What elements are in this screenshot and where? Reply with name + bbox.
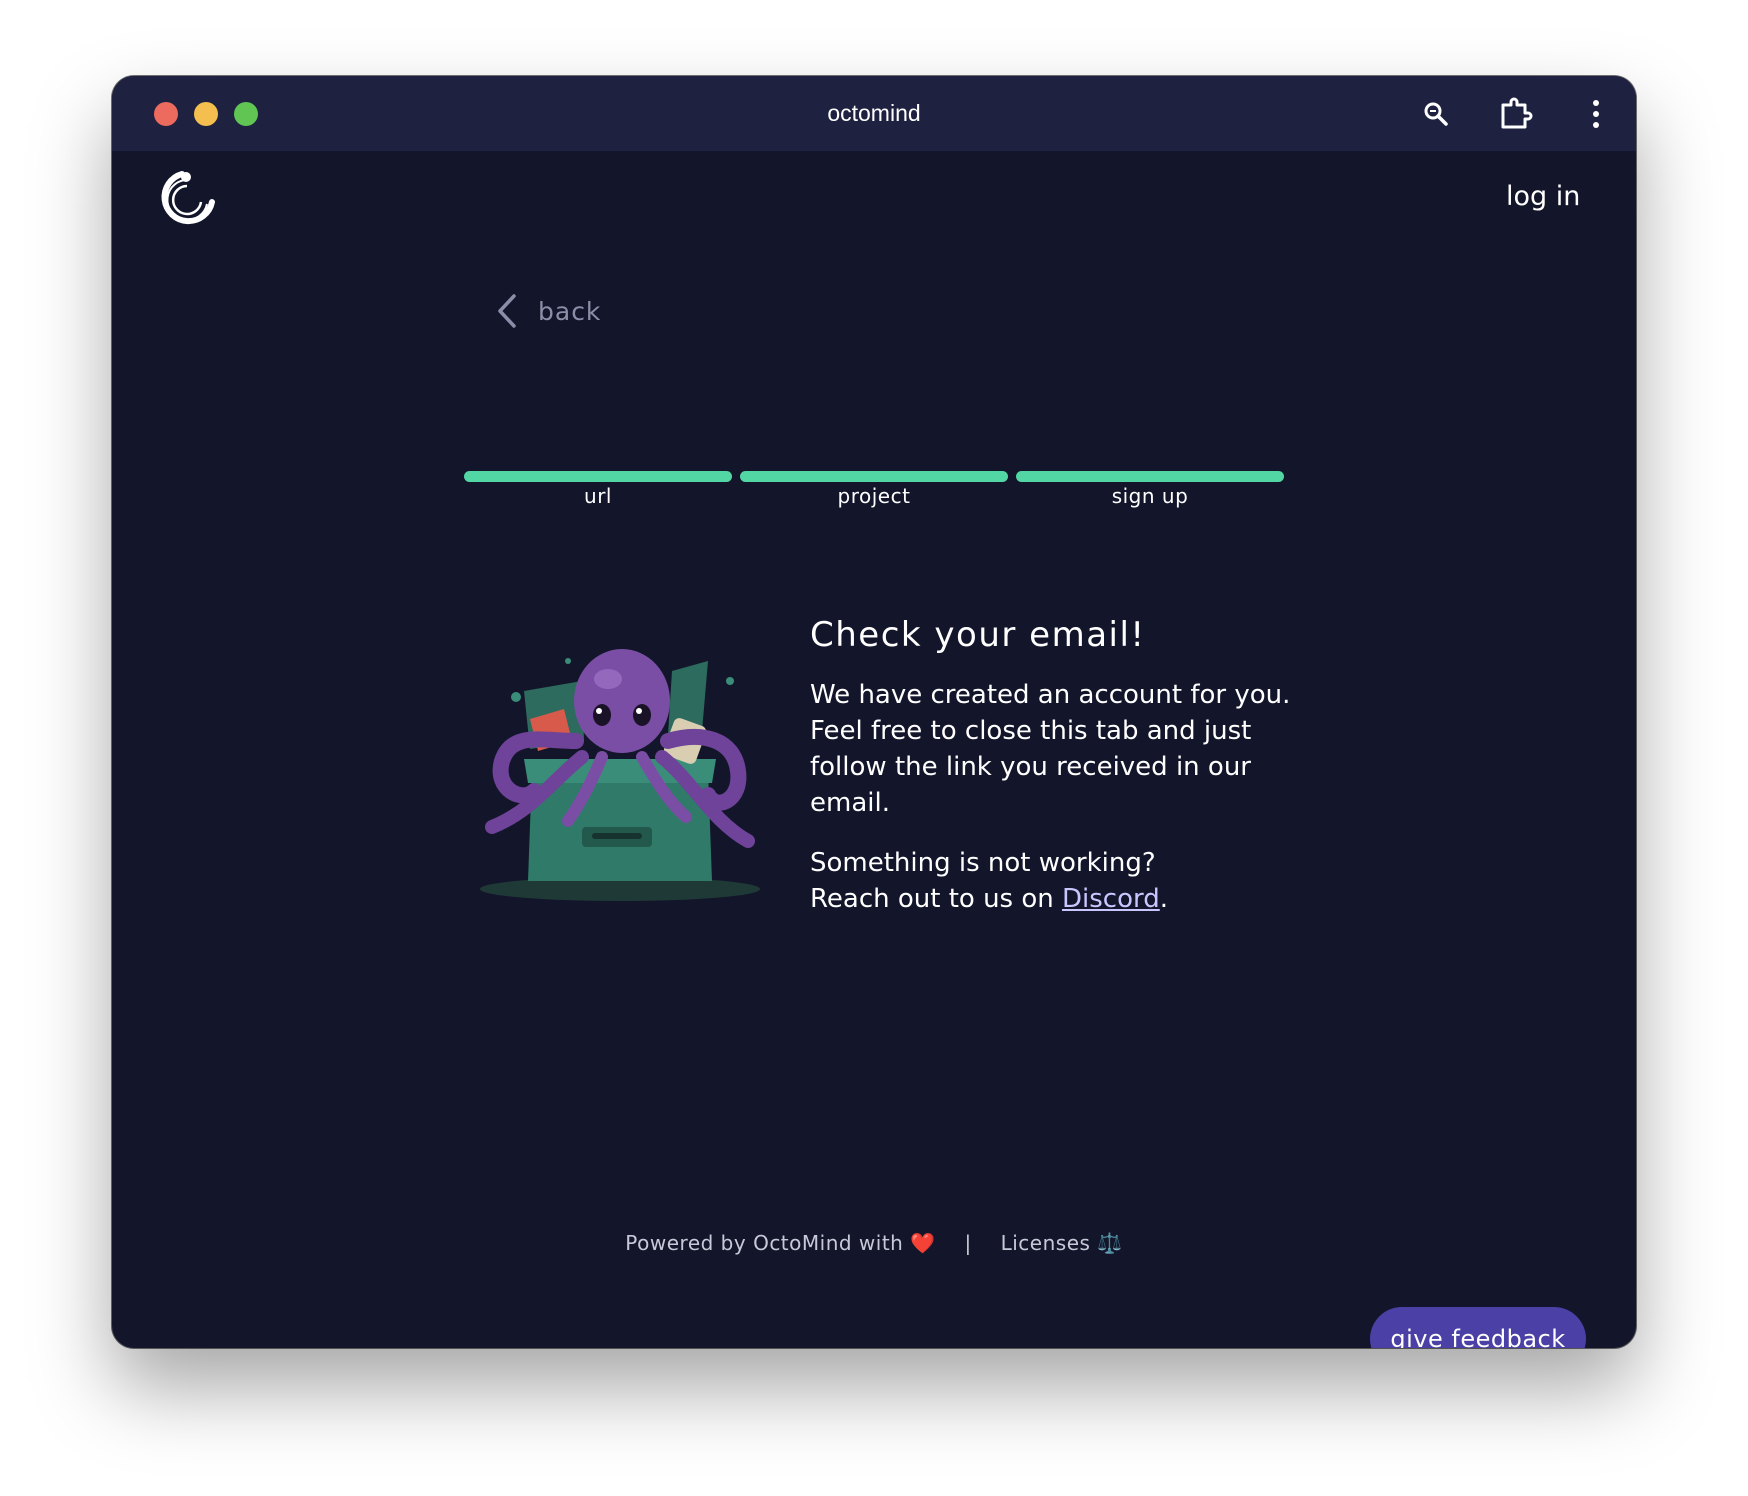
window-title: octomind <box>827 100 921 126</box>
close-window-button[interactable] <box>154 102 178 126</box>
heart-icon: ❤️ <box>910 1231 936 1255</box>
step-bar <box>740 471 1008 482</box>
give-feedback-button[interactable]: give feedback <box>1370 1307 1586 1348</box>
browser-window: octomind log in back url project sign up… <box>112 76 1636 1348</box>
footer-separator: | <box>964 1231 972 1255</box>
step-label: url <box>584 484 612 508</box>
extension-icon[interactable] <box>1498 96 1534 132</box>
page-content: log in back url project sign up Check yo… <box>112 151 1636 1348</box>
progress-steps: url project sign up <box>464 471 1286 531</box>
step-bar <box>1016 471 1284 482</box>
discord-link[interactable]: Discord <box>1062 884 1160 914</box>
step-label: project <box>837 484 911 508</box>
powered-by-text: Powered by OctoMind with <box>625 1231 904 1255</box>
octomind-logo-icon[interactable] <box>156 168 218 230</box>
confirmation-message: Check your email! We have created an acc… <box>810 615 1310 917</box>
message-title: Check your email! <box>810 615 1146 655</box>
message-body: We have created an account for you. Feel… <box>810 680 1291 818</box>
scales-icon: ⚖️ <box>1097 1231 1123 1255</box>
help-suffix: . <box>1159 884 1169 914</box>
search-icon[interactable] <box>1418 96 1454 132</box>
step-label: sign up <box>1111 484 1189 508</box>
licenses-link[interactable]: Licenses ⚖️ <box>1001 1231 1123 1255</box>
footer: Powered by OctoMind with ❤️ | Licenses ⚖… <box>112 1231 1636 1255</box>
minimize-window-button[interactable] <box>194 102 218 126</box>
step-sign-up: sign up <box>1016 471 1284 508</box>
message-help: Something is not working? Reach out to u… <box>810 845 1310 917</box>
licenses-label: Licenses <box>1000 1231 1091 1255</box>
back-label: back <box>538 296 602 326</box>
help-line: Something is not working? <box>810 848 1156 878</box>
step-bar <box>464 471 732 482</box>
step-project: project <box>740 471 1008 508</box>
maximize-window-button[interactable] <box>234 102 258 126</box>
more-vertical-icon[interactable] <box>1578 96 1614 132</box>
help-prefix: Reach out to us on <box>810 884 1063 914</box>
step-url: url <box>464 471 732 508</box>
octopus-mailbox-illustration <box>472 631 768 905</box>
chevron-left-icon <box>498 294 516 328</box>
back-button[interactable]: back <box>494 291 601 331</box>
title-bar: octomind <box>112 76 1636 151</box>
login-link[interactable]: log in <box>1506 181 1580 212</box>
